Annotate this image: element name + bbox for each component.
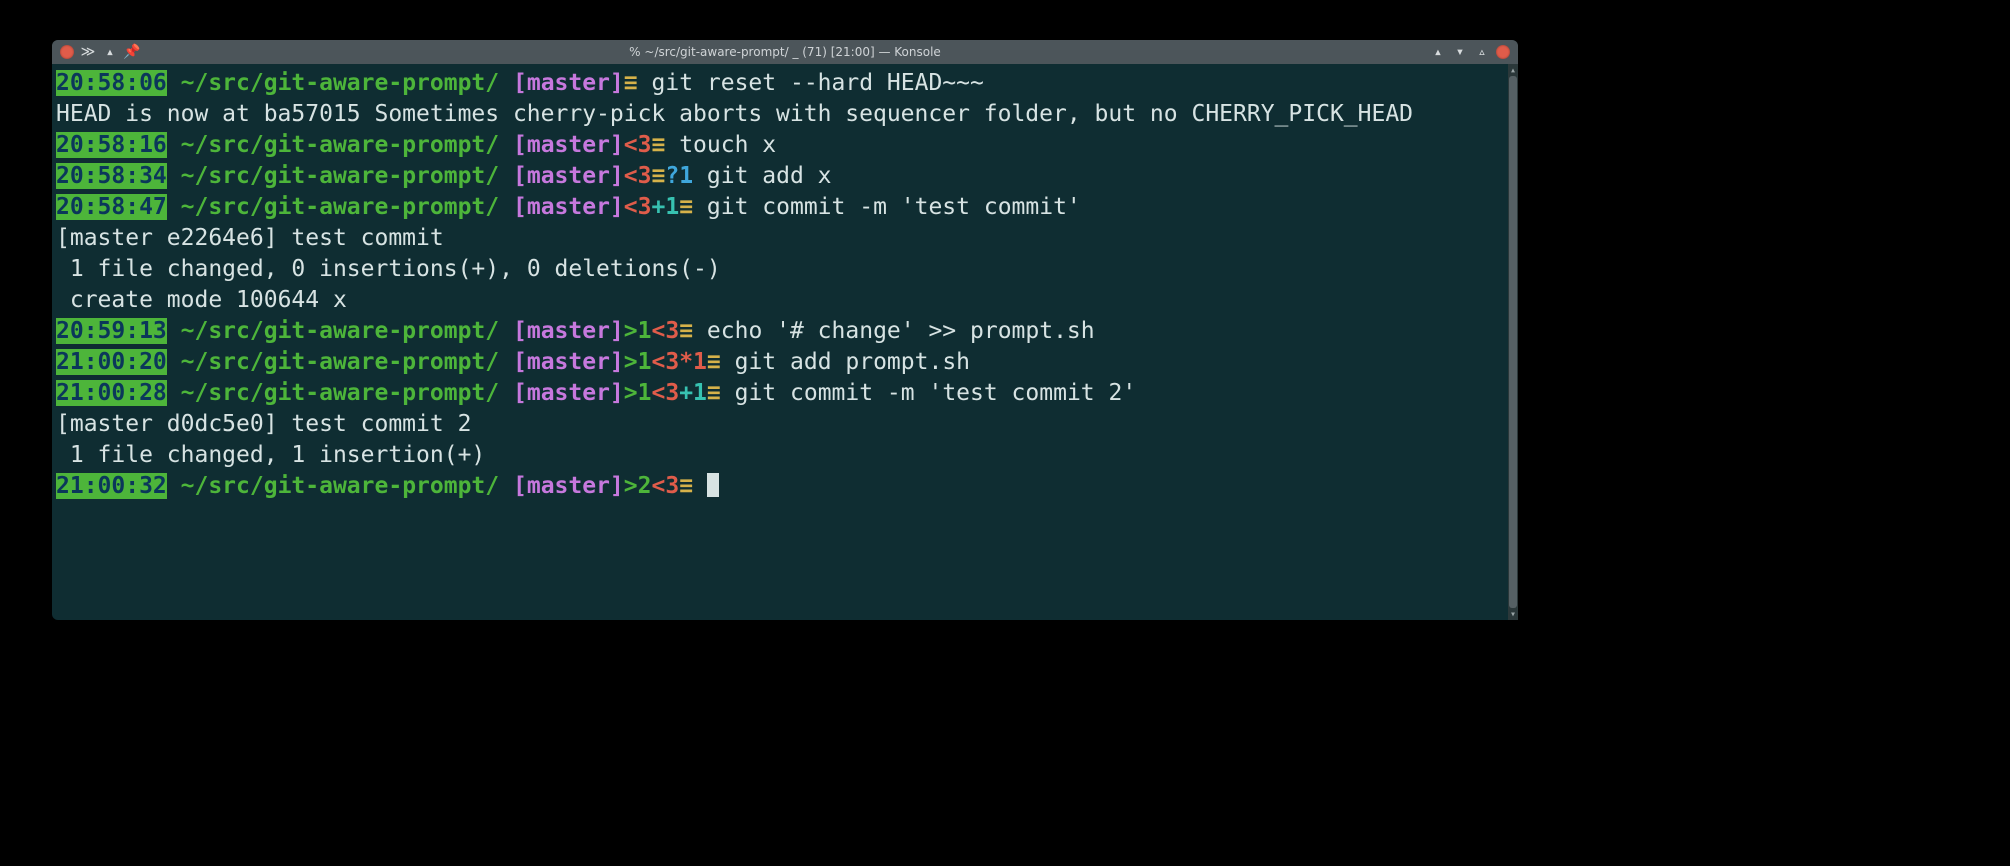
close-window-icon[interactable] <box>60 45 74 59</box>
prompt-branch: [master] <box>513 70 624 96</box>
prompt-branch: [master] <box>513 318 624 344</box>
prompt-status-clean: ≡ <box>679 473 693 499</box>
prompt-status-clean: ≡ <box>679 318 693 344</box>
command-output: 1 file changed, 0 insertions(+), 0 delet… <box>56 256 721 282</box>
prompt-cwd: ~/src/git-aware-prompt/ <box>181 70 500 96</box>
prompt-status-clean: ≡ <box>624 70 638 96</box>
prompt-branch: [master] <box>513 380 624 406</box>
prompt-status-behind: <3 <box>624 163 652 189</box>
titlebar-right-controls: ▴ ▾ ▵ <box>1430 44 1518 60</box>
prompt-status-stage: +1 <box>679 380 707 406</box>
prompt-status-ahead: >1 <box>624 380 652 406</box>
output-line: [master e2264e6] test commit <box>52 223 1508 254</box>
prompt-cwd: ~/src/git-aware-prompt/ <box>181 380 500 406</box>
prompt-cwd: ~/src/git-aware-prompt/ <box>181 473 500 499</box>
prompt-status-behind: <3 <box>624 194 652 220</box>
prompt-status-behind: <3 <box>651 380 679 406</box>
command-output: [master d0dc5e0] test commit 2 <box>56 411 471 437</box>
prompt-status-clean: ≡ <box>707 380 721 406</box>
pin-icon[interactable]: 📌 <box>124 44 140 60</box>
prompt-timestamp: 20:58:47 <box>56 194 167 220</box>
prompt-branch: [master] <box>513 349 624 375</box>
command-output: 1 file changed, 1 insertion(+) <box>56 442 485 468</box>
prompt-status-clean: ≡ <box>651 132 665 158</box>
prompt-line: 20:58:47 ~/src/git-aware-prompt/ [master… <box>52 192 1508 223</box>
prompt-status-clean: ≡ <box>679 194 693 220</box>
output-line: [master d0dc5e0] test commit 2 <box>52 409 1508 440</box>
prompt-timestamp: 20:58:06 <box>56 70 167 96</box>
command-output: [master e2264e6] test commit <box>56 225 444 251</box>
output-line: HEAD is now at ba57015 Sometimes cherry-… <box>52 99 1508 130</box>
command-output: HEAD is now at ba57015 Sometimes cherry-… <box>56 101 1413 127</box>
close-window-icon-right[interactable] <box>1496 45 1510 59</box>
output-line: 1 file changed, 1 insertion(+) <box>52 440 1508 471</box>
prompt-timestamp: 21:00:20 <box>56 349 167 375</box>
typed-command: git commit -m 'test commit 2' <box>735 380 1137 406</box>
output-line: 1 file changed, 0 insertions(+), 0 delet… <box>52 254 1508 285</box>
prompt-line: 21:00:20 ~/src/git-aware-prompt/ [master… <box>52 347 1508 378</box>
cursor <box>707 473 719 497</box>
scrollbar-thumb[interactable] <box>1509 76 1517 608</box>
app-menu-icon[interactable]: ≫ <box>80 44 96 60</box>
prompt-cwd: ~/src/git-aware-prompt/ <box>181 163 500 189</box>
scrollbar[interactable]: ▴ ▾ <box>1508 64 1518 620</box>
prompt-line: 20:58:06 ~/src/git-aware-prompt/ [master… <box>52 68 1508 99</box>
terminal-viewport[interactable]: 20:58:06 ~/src/git-aware-prompt/ [master… <box>52 64 1518 620</box>
prompt-status-ahead: >2 <box>624 473 652 499</box>
prompt-status-clean: ≡ <box>651 163 665 189</box>
prompt-timestamp: 20:59:13 <box>56 318 167 344</box>
prompt-status-dirty: *1 <box>679 349 707 375</box>
prompt-status-clean: ≡ <box>707 349 721 375</box>
window-titlebar[interactable]: ≫ ▴ 📌 % ~/src/git-aware-prompt/ _ (71) [… <box>52 40 1518 64</box>
prompt-status-behind: <3 <box>624 132 652 158</box>
prompt-line: 20:58:34 ~/src/git-aware-prompt/ [master… <box>52 161 1508 192</box>
typed-command: git add prompt.sh <box>735 349 970 375</box>
typed-command: git reset --hard HEAD~~~ <box>652 70 984 96</box>
prompt-timestamp: 20:58:16 <box>56 132 167 158</box>
minimize-icon[interactable]: ▾ <box>1452 44 1468 60</box>
konsole-window: ≫ ▴ 📌 % ~/src/git-aware-prompt/ _ (71) [… <box>52 40 1518 620</box>
prompt-line: 21:00:32 ~/src/git-aware-prompt/ [master… <box>52 471 1508 502</box>
prompt-cwd: ~/src/git-aware-prompt/ <box>181 132 500 158</box>
prompt-branch: [master] <box>513 163 624 189</box>
prompt-branch: [master] <box>513 473 624 499</box>
prompt-status-untrk: ?1 <box>665 163 693 189</box>
prompt-line: 20:59:13 ~/src/git-aware-prompt/ [master… <box>52 316 1508 347</box>
keep-above-icon[interactable]: ▴ <box>102 44 118 60</box>
prompt-status-behind: <3 <box>651 349 679 375</box>
output-line: create mode 100644 x <box>52 285 1508 316</box>
scroll-up-icon[interactable]: ▴ <box>1508 64 1518 76</box>
prompt-status-behind: <3 <box>651 318 679 344</box>
typed-command: echo '# change' >> prompt.sh <box>707 318 1095 344</box>
prompt-timestamp: 20:58:34 <box>56 163 167 189</box>
window-title: % ~/src/git-aware-prompt/ _ (71) [21:00]… <box>52 45 1518 59</box>
titlebar-left-controls: ≫ ▴ 📌 <box>52 44 140 60</box>
prompt-timestamp: 21:00:32 <box>56 473 167 499</box>
prompt-status-stage: +1 <box>651 194 679 220</box>
prompt-cwd: ~/src/git-aware-prompt/ <box>181 194 500 220</box>
scroll-down-icon[interactable]: ▾ <box>1508 608 1518 620</box>
prompt-line: 20:58:16 ~/src/git-aware-prompt/ [master… <box>52 130 1508 161</box>
command-output: create mode 100644 x <box>56 287 347 313</box>
prompt-status-ahead: >1 <box>624 349 652 375</box>
prompt-line: 21:00:28 ~/src/git-aware-prompt/ [master… <box>52 378 1508 409</box>
terminal-content[interactable]: 20:58:06 ~/src/git-aware-prompt/ [master… <box>52 64 1508 620</box>
maximize-icon[interactable]: ▵ <box>1474 44 1490 60</box>
typed-command: git commit -m 'test commit' <box>707 194 1081 220</box>
prompt-status-behind: <3 <box>651 473 679 499</box>
prompt-branch: [master] <box>513 132 624 158</box>
prompt-status-ahead: >1 <box>624 318 652 344</box>
prompt-cwd: ~/src/git-aware-prompt/ <box>181 318 500 344</box>
scrollbar-track[interactable] <box>1508 76 1518 608</box>
shade-icon[interactable]: ▴ <box>1430 44 1446 60</box>
prompt-timestamp: 21:00:28 <box>56 380 167 406</box>
prompt-cwd: ~/src/git-aware-prompt/ <box>181 349 500 375</box>
typed-command: git add x <box>707 163 832 189</box>
prompt-branch: [master] <box>513 194 624 220</box>
typed-command: touch x <box>679 132 776 158</box>
